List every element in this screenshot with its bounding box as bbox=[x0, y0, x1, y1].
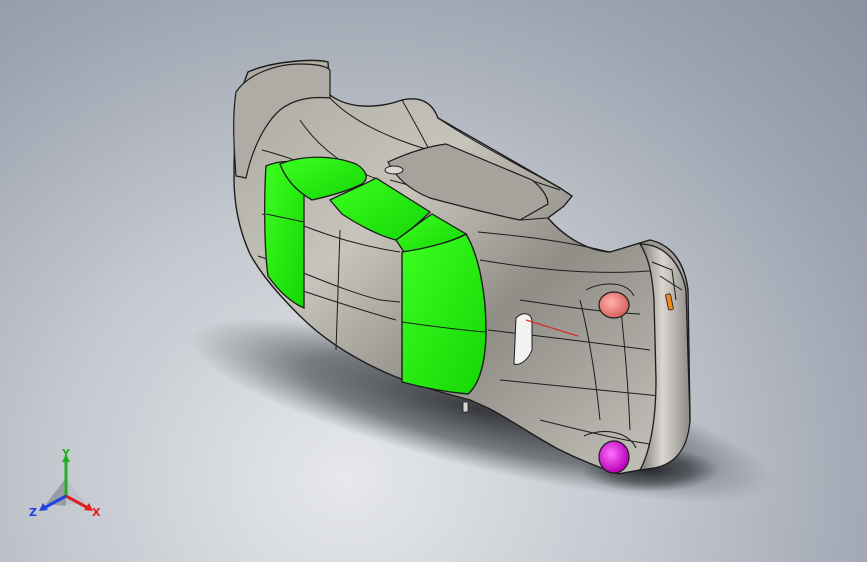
deck-handle bbox=[384, 165, 404, 175]
x-axis-label: X bbox=[92, 506, 101, 519]
windshield-glass bbox=[401, 233, 487, 395]
orientation-triad: Y X Z bbox=[26, 447, 106, 520]
y-axis-label: Y bbox=[61, 448, 71, 460]
z-axis-label: Z bbox=[29, 506, 37, 519]
right-headlamp bbox=[598, 440, 630, 474]
left-headlamp bbox=[598, 291, 630, 319]
car-body-model[interactable] bbox=[0, 0, 867, 562]
graphics-viewport[interactable]: Y X Z bbox=[0, 0, 867, 562]
door-hinge bbox=[462, 401, 469, 413]
